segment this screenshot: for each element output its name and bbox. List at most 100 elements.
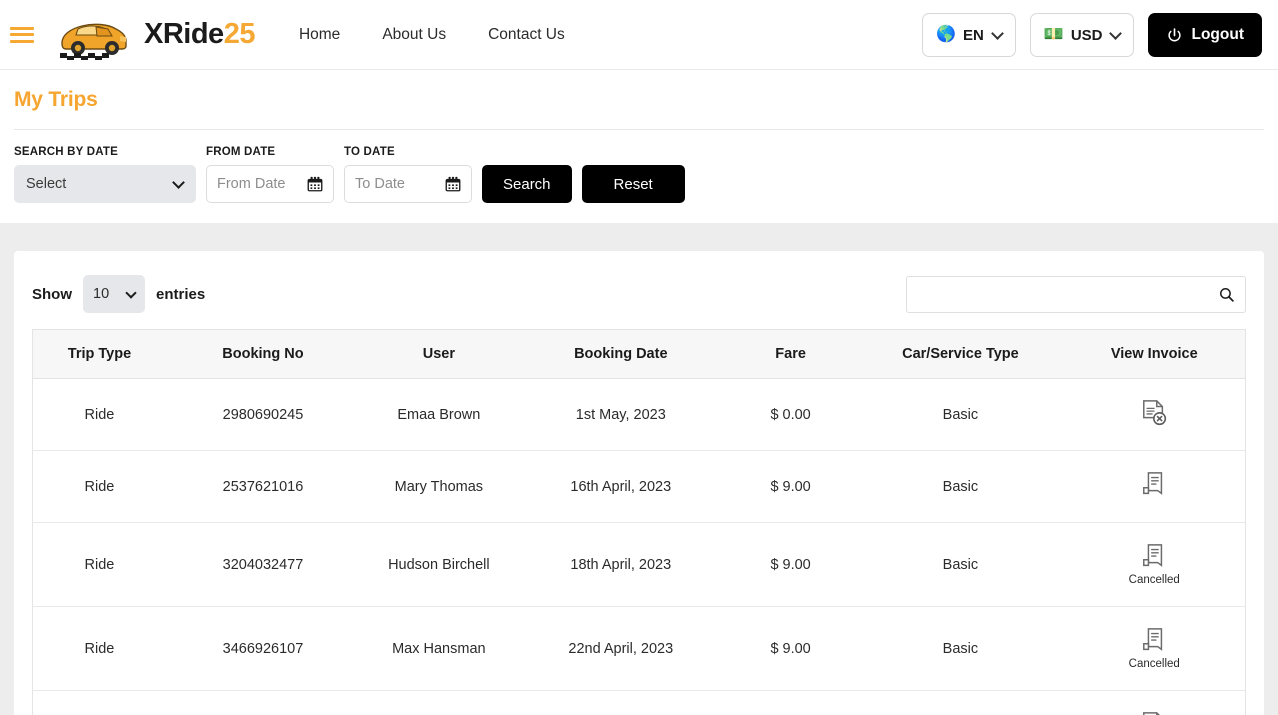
brand-name-main: XRide xyxy=(144,18,224,50)
column-header-view-invoice[interactable]: View Invoice xyxy=(1064,330,1246,379)
calendar-icon[interactable] xyxy=(444,175,462,193)
search-by-date-group: SEARCH BY DATE Select xyxy=(14,146,196,203)
table-row: Ride 3466926107 Max Hansman 22nd April, … xyxy=(33,607,1246,691)
site-header: XRide25 Home About Us Contact Us 🌎 EN 💵 … xyxy=(0,0,1278,70)
section-gap xyxy=(0,223,1278,251)
cell-view-invoice: Cancelled xyxy=(1064,523,1246,607)
nav-item-contact-us[interactable]: Contact Us xyxy=(488,26,565,44)
trips-card: Show 10 entries Trip Type Booking N xyxy=(14,251,1264,715)
hamburger-line xyxy=(10,33,34,36)
cell-car-type: Basic xyxy=(857,691,1063,715)
table-row: Ride 2980690245 Emaa Brown 1st May, 2023… xyxy=(33,379,1246,451)
table-controls: Show 10 entries xyxy=(32,271,1246,329)
cell-booking-date: 22nd April, 2023 xyxy=(518,607,724,691)
cell-trip-type: Ride xyxy=(33,607,166,691)
cell-user: Hudson Birchell xyxy=(360,523,518,607)
cell-fare: $ 9.00 xyxy=(724,607,857,691)
cell-view-invoice xyxy=(1064,691,1246,715)
hamburger-line xyxy=(10,27,34,30)
column-header-booking-date[interactable]: Booking Date xyxy=(518,330,724,379)
table-section: Show 10 entries Trip Type Booking N xyxy=(0,251,1278,715)
column-header-booking-no[interactable]: Booking No xyxy=(166,330,360,379)
cell-car-type: Basic xyxy=(857,607,1063,691)
cell-booking-no: 2352200185 xyxy=(166,691,360,715)
header-actions: 🌎 EN 💵 USD Logout xyxy=(922,0,1262,70)
cell-user: Mary Thomas xyxy=(360,451,518,523)
cell-trip-type: Ride xyxy=(33,523,166,607)
invoice-unavailable-icon[interactable] xyxy=(1141,399,1167,427)
globe-icon: 🌎 xyxy=(936,27,956,43)
entries-per-page-select[interactable]: 10 xyxy=(83,275,145,313)
table-row: Ride 2352200185 Alexis Tabbutt 26th Apri… xyxy=(33,691,1246,715)
invoice-icon[interactable] xyxy=(1141,471,1167,499)
invoice-status-label: Cancelled xyxy=(1129,574,1180,586)
column-header-car-service-type[interactable]: Car/Service Type xyxy=(857,330,1063,379)
main-nav: Home About Us Contact Us xyxy=(299,26,565,44)
page-title: My Trips xyxy=(14,88,1264,112)
reset-button[interactable]: Reset xyxy=(582,165,685,203)
cell-booking-no: 2537621016 xyxy=(166,451,360,523)
logout-label: Logout xyxy=(1191,26,1244,44)
language-label: EN xyxy=(963,27,984,44)
trips-table: Trip Type Booking No User Booking Date F… xyxy=(32,329,1246,715)
brand-name-accent: 25 xyxy=(224,18,255,50)
cell-user: Max Hansman xyxy=(360,607,518,691)
brand-logo[interactable]: XRide25 xyxy=(52,9,255,61)
from-date-placeholder: From Date xyxy=(217,176,286,192)
to-date-placeholder: To Date xyxy=(355,176,405,192)
invoice-status-label: Cancelled xyxy=(1129,658,1180,670)
cell-car-type: Basic xyxy=(857,379,1063,451)
search-by-date-select[interactable]: Select xyxy=(14,165,196,203)
cell-fare: $ 0.00 xyxy=(724,379,857,451)
column-header-fare[interactable]: Fare xyxy=(724,330,857,379)
to-date-field[interactable]: To Date xyxy=(344,165,472,203)
cell-car-type: Basic xyxy=(857,451,1063,523)
chevron-down-icon xyxy=(991,27,1004,40)
power-icon xyxy=(1166,27,1183,44)
nav-item-home[interactable]: Home xyxy=(299,26,340,44)
invoice-icon[interactable] xyxy=(1141,543,1167,571)
cell-car-type: Basic xyxy=(857,523,1063,607)
invoice-icon[interactable] xyxy=(1141,627,1167,655)
currency-selector[interactable]: 💵 USD xyxy=(1030,13,1135,57)
cell-view-invoice: Cancelled xyxy=(1064,607,1246,691)
cell-booking-date: 1st May, 2023 xyxy=(518,379,724,451)
cell-fare: $ 0.00 xyxy=(724,691,857,715)
page-title-wrap: My Trips xyxy=(0,70,1278,112)
entries-label: entries xyxy=(156,286,205,303)
chevron-down-icon xyxy=(172,176,185,189)
table-header-row: Trip Type Booking No User Booking Date F… xyxy=(33,330,1246,379)
nav-item-about-us[interactable]: About Us xyxy=(382,26,446,44)
search-icon[interactable] xyxy=(1218,286,1235,303)
search-button[interactable]: Search xyxy=(482,165,572,203)
calendar-icon[interactable] xyxy=(306,175,324,193)
cell-booking-no: 2980690245 xyxy=(166,379,360,451)
to-date-group: TO DATE To Date xyxy=(344,146,472,203)
table-body: Ride 2980690245 Emaa Brown 1st May, 2023… xyxy=(33,379,1246,715)
logout-button[interactable]: Logout xyxy=(1148,13,1262,57)
chevron-down-icon xyxy=(125,287,136,298)
cell-user: Emaa Brown xyxy=(360,379,518,451)
table-row: Ride 3204032477 Hudson Birchell 18th Apr… xyxy=(33,523,1246,607)
cell-booking-date: 16th April, 2023 xyxy=(518,451,724,523)
invoice-unavailable-icon[interactable] xyxy=(1141,711,1167,715)
cell-fare: $ 9.00 xyxy=(724,523,857,607)
table-search-input[interactable] xyxy=(917,277,1235,312)
hamburger-icon[interactable] xyxy=(10,24,36,46)
cell-booking-date: 18th April, 2023 xyxy=(518,523,724,607)
language-selector[interactable]: 🌎 EN xyxy=(922,13,1016,57)
from-date-group: FROM DATE From Date xyxy=(206,146,334,203)
cell-trip-type: Ride xyxy=(33,691,166,715)
entries-value: 10 xyxy=(93,286,109,302)
hamburger-line xyxy=(10,40,34,43)
from-date-field[interactable]: From Date xyxy=(206,165,334,203)
column-header-trip-type[interactable]: Trip Type xyxy=(33,330,166,379)
cell-trip-type: Ride xyxy=(33,451,166,523)
chevron-down-icon xyxy=(1110,27,1123,40)
cell-view-invoice xyxy=(1064,451,1246,523)
cell-user: Alexis Tabbutt xyxy=(360,691,518,715)
column-header-user[interactable]: User xyxy=(360,330,518,379)
search-by-date-label: SEARCH BY DATE xyxy=(14,146,196,158)
cell-booking-no: 3466926107 xyxy=(166,607,360,691)
search-by-date-value: Select xyxy=(26,176,66,192)
